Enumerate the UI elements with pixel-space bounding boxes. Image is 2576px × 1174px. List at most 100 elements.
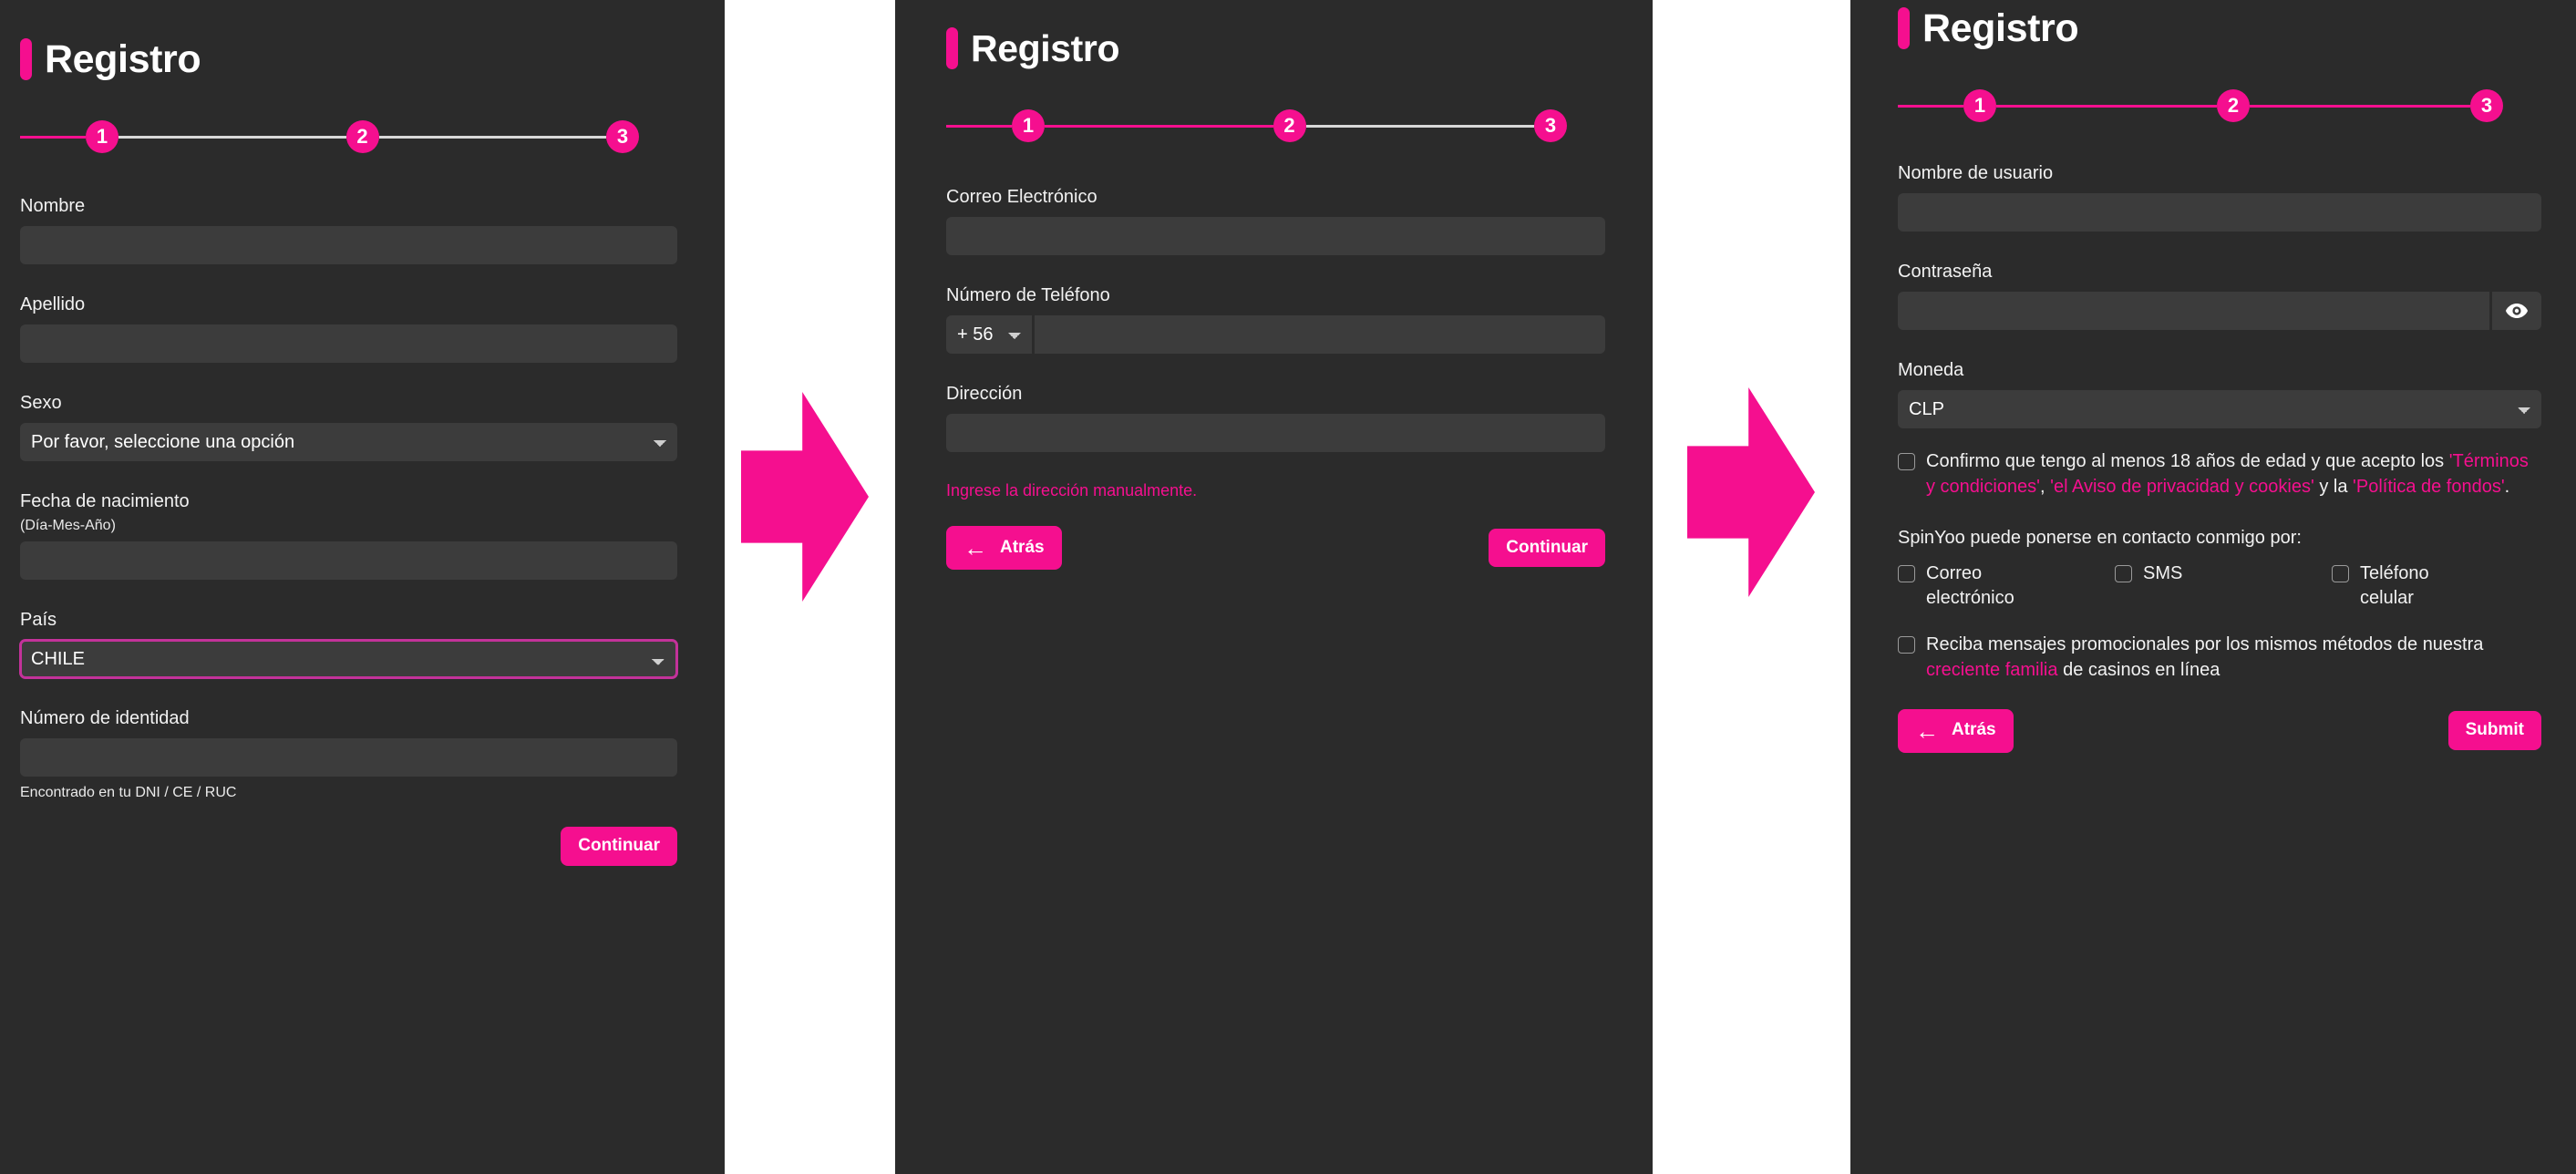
promo-row: Reciba mensajes promocionales por los mi… bbox=[1898, 632, 2541, 684]
step1-continue-button[interactable]: Continuar bbox=[561, 827, 677, 866]
step2-back-button[interactable]: ← Atrás bbox=[946, 526, 1062, 570]
sublabel-fecha-formato: (Día-Mes-Año) bbox=[20, 518, 116, 533]
step2-back-label: Atrás bbox=[1000, 537, 1045, 557]
numero-identidad-input[interactable] bbox=[20, 738, 677, 777]
label-moneda: Moneda bbox=[1898, 360, 1964, 380]
field-moneda: Moneda CLP bbox=[1898, 359, 2541, 428]
terms-text: Confirmo que tengo al menos 18 años de e… bbox=[1926, 448, 2541, 500]
stepper-dot-1[interactable]: 1 bbox=[86, 120, 118, 153]
contact-option-telefono: Teléfono celular bbox=[2332, 561, 2541, 612]
apellido-input[interactable] bbox=[20, 324, 677, 363]
promo-text: Reciba mensajes promocionales por los mi… bbox=[1926, 632, 2541, 684]
moneda-select[interactable]: CLP bbox=[1898, 390, 2541, 428]
contrasena-row bbox=[1898, 292, 2541, 330]
nombre-usuario-input[interactable] bbox=[1898, 193, 2541, 232]
promo-part2: de casinos en línea bbox=[2057, 660, 2221, 681]
field-direccion: Dirección bbox=[946, 383, 1605, 452]
field-sexo: Sexo Por favor, seleccione una opción bbox=[20, 392, 677, 461]
stepper-dot-3[interactable]: 3 bbox=[1534, 109, 1567, 142]
contact-sms-label: SMS bbox=[2143, 562, 2183, 583]
stepper-dot-2[interactable]: 2 bbox=[2217, 89, 2250, 122]
field-nombre: Nombre bbox=[20, 195, 677, 264]
arrow-left-icon: ← bbox=[1915, 716, 1939, 745]
telefono-country-code-select[interactable]: + 56 bbox=[946, 315, 1032, 354]
contact-preferences-title: SpinYoo puede ponerse en contacto conmig… bbox=[1898, 527, 2302, 548]
label-sexo: Sexo bbox=[20, 393, 62, 413]
stepper-segment-2-3 bbox=[2250, 104, 2470, 108]
stepper-dot-3[interactable]: 3 bbox=[606, 120, 639, 153]
terms-link-fondos[interactable]: 'Política de fondos' bbox=[2353, 477, 2505, 497]
nombre-input[interactable] bbox=[20, 226, 677, 264]
arrow-left-icon: ← bbox=[963, 534, 987, 561]
direccion-error-message: Ingrese la dirección manualmente. bbox=[946, 481, 1198, 499]
pais-select[interactable]: CHILE bbox=[20, 640, 677, 678]
title-accent-bar bbox=[1898, 7, 1910, 49]
label-fecha-nacimiento: Fecha de nacimiento bbox=[20, 491, 190, 511]
stepper-dot-2[interactable]: 2 bbox=[345, 120, 379, 153]
terms-link-privacidad[interactable]: 'el Aviso de privacidad y cookies' bbox=[2050, 477, 2314, 497]
terms-part1: Confirmo que tengo al menos 18 años de e… bbox=[1926, 451, 2449, 471]
field-nombre-usuario: Nombre de usuario bbox=[1898, 162, 2541, 232]
contact-telefono-checkbox[interactable] bbox=[2332, 564, 2349, 582]
label-telefono: Número de Teléfono bbox=[946, 285, 1110, 305]
registration-step-1-panel: Registro 1 2 3 Nombre Apellido Sexo Por … bbox=[0, 0, 725, 1174]
step3-progress-stepper: 1 2 3 bbox=[1898, 89, 2541, 122]
field-numero-identidad: Número de identidad Encontrado en tu DNI… bbox=[20, 707, 677, 801]
stepper-dot-2[interactable]: 2 bbox=[1273, 109, 1306, 142]
registration-step-3-panel: Registro 1 2 3 Nombre de usuario Contras… bbox=[1850, 0, 2576, 1174]
correo-input[interactable] bbox=[946, 217, 1605, 255]
step2-header: Registro bbox=[946, 27, 1605, 69]
step1-progress-stepper: 1 2 3 bbox=[20, 120, 677, 153]
terms-sep1: , bbox=[2040, 477, 2051, 498]
promo-part1: Reciba mensajes promocionales por los mi… bbox=[1926, 633, 2484, 654]
contact-correo-checkbox[interactable] bbox=[1898, 564, 1915, 582]
page-title: Registro bbox=[45, 36, 201, 81]
field-apellido: Apellido bbox=[20, 294, 677, 363]
step1-header: Registro bbox=[20, 38, 677, 80]
terms-checkbox[interactable] bbox=[1898, 453, 1915, 470]
step2-continue-button[interactable]: Continuar bbox=[1489, 528, 1605, 568]
label-pais: País bbox=[20, 610, 57, 630]
title-accent-bar bbox=[20, 38, 32, 80]
step2-progress-stepper: 1 2 3 bbox=[946, 109, 1605, 142]
field-contrasena: Contraseña bbox=[1898, 261, 2541, 330]
page-title: Registro bbox=[971, 26, 1120, 69]
direccion-input[interactable] bbox=[946, 414, 1605, 452]
promo-checkbox[interactable] bbox=[1898, 635, 1915, 654]
label-contrasena: Contraseña bbox=[1898, 262, 1993, 282]
title-accent-bar bbox=[946, 27, 958, 69]
contact-telefono-label: Teléfono celular bbox=[2360, 562, 2429, 609]
telefono-row: + 56 bbox=[946, 315, 1605, 354]
flow-arrow-right-icon bbox=[1687, 387, 1815, 597]
field-fecha-nacimiento: Fecha de nacimiento (Día-Mes-Año) bbox=[20, 490, 677, 580]
label-nombre: Nombre bbox=[20, 196, 86, 216]
stepper-dot-1[interactable]: 1 bbox=[1963, 89, 1996, 122]
stepper-segment-lead bbox=[20, 135, 86, 139]
step3-back-label: Atrás bbox=[1952, 720, 1996, 740]
telefono-number-input[interactable] bbox=[1035, 315, 1605, 354]
promo-link-familia[interactable]: creciente familia bbox=[1926, 660, 2058, 680]
flow-gap-1 bbox=[725, 0, 895, 1174]
step3-back-button[interactable]: ← Atrás bbox=[1898, 708, 2014, 753]
stepper-dot-1[interactable]: 1 bbox=[1012, 109, 1045, 142]
step1-actions: Continuar bbox=[20, 827, 677, 866]
step3-submit-button[interactable]: Submit bbox=[2447, 711, 2541, 751]
stepper-segment-2-3 bbox=[1305, 124, 1534, 128]
field-correo: Correo Electrónico bbox=[946, 186, 1605, 255]
flow-arrow-right-icon bbox=[741, 392, 869, 602]
contact-sms-checkbox[interactable] bbox=[2115, 564, 2132, 582]
label-apellido: Apellido bbox=[20, 294, 86, 314]
field-telefono: Número de Teléfono + 56 bbox=[946, 284, 1605, 354]
stepper-segment-lead bbox=[946, 124, 1012, 128]
stepper-dot-3[interactable]: 3 bbox=[2470, 89, 2503, 122]
terms-sep2: y la bbox=[2313, 477, 2354, 498]
terms-row: Confirmo que tengo al menos 18 años de e… bbox=[1898, 448, 2541, 500]
contrasena-input[interactable] bbox=[1898, 292, 2489, 330]
fecha-nacimiento-input[interactable] bbox=[20, 541, 677, 580]
contact-preferences-grid: Correo electrónico SMS Teléfono celular bbox=[1898, 561, 2541, 612]
stepper-segment-2-3 bbox=[378, 135, 606, 139]
registration-flow-screenshot: Registro 1 2 3 Nombre Apellido Sexo Por … bbox=[0, 0, 2576, 1174]
page-title: Registro bbox=[1922, 5, 2079, 50]
sexo-select[interactable]: Por favor, seleccione una opción bbox=[20, 423, 677, 461]
toggle-password-visibility-button[interactable] bbox=[2492, 292, 2541, 330]
